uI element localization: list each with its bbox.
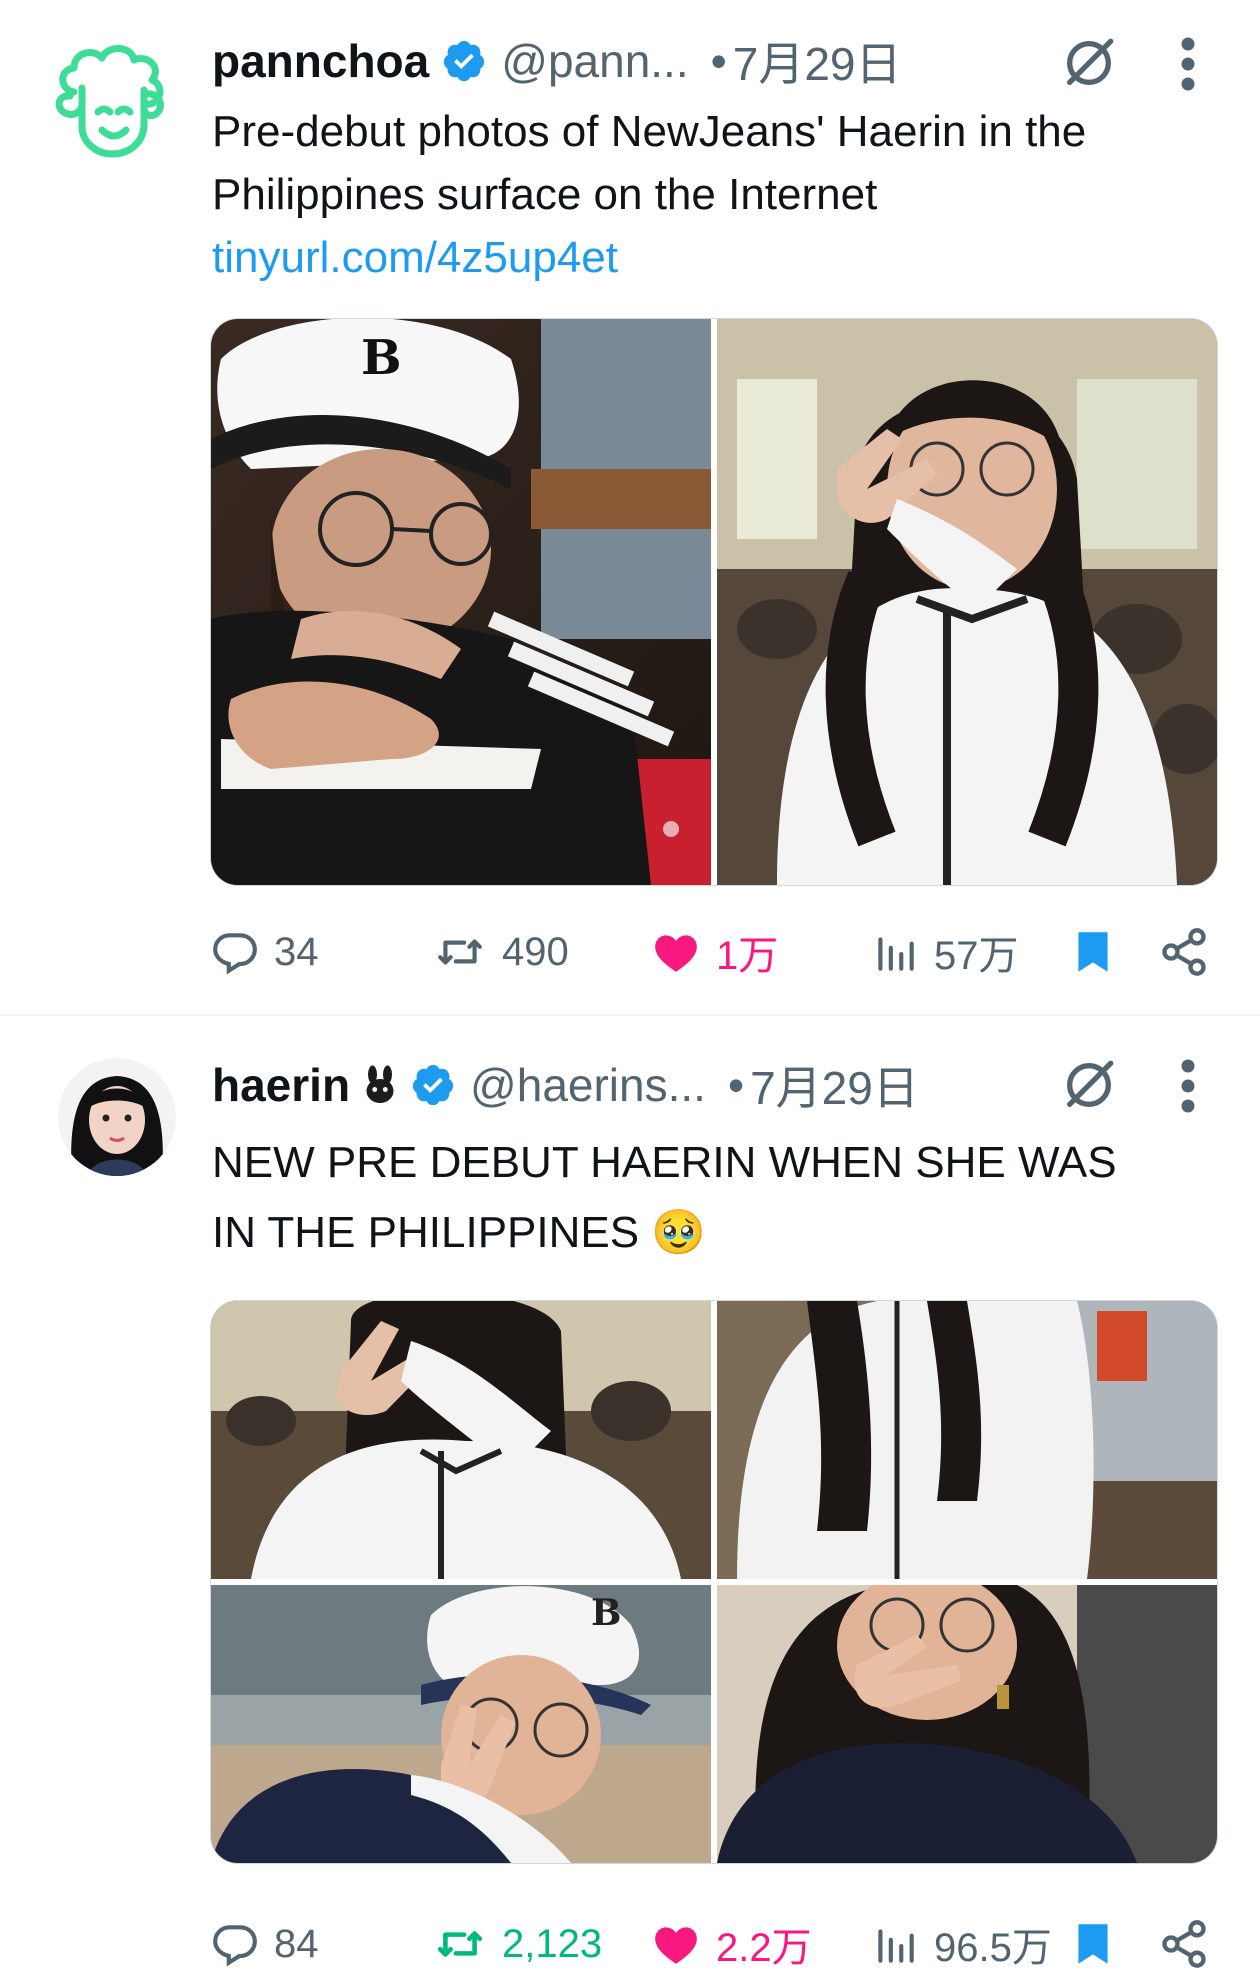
share-button[interactable]	[1158, 1914, 1224, 1974]
media-grid[interactable]: B	[210, 1300, 1218, 1864]
retweet-count: 490	[502, 929, 569, 974]
reply-icon	[213, 933, 257, 975]
photo-illustration	[211, 1301, 711, 1579]
photo-girl-in-cap-writing[interactable]: B	[211, 319, 711, 885]
views-chart-icon	[878, 1929, 914, 1963]
svg-text:B: B	[591, 1592, 621, 1634]
verified-badge-icon	[444, 40, 485, 82]
like-count: 1万	[716, 934, 779, 978]
tweet-divider	[0, 1014, 1260, 1016]
heart-filled-icon	[655, 1927, 697, 1964]
sheep-logo-icon	[55, 45, 164, 158]
bookmark-button[interactable]	[1068, 1914, 1132, 1974]
retweet-active-icon	[437, 1931, 483, 1957]
bunny-emoji-icon	[366, 1065, 394, 1103]
retweet-icon	[438, 939, 482, 965]
share-button[interactable]	[1158, 922, 1224, 982]
tweet-actions: 84 2,123 2.2万 96.5万	[210, 1914, 1216, 1974]
author-handle[interactable]: @pann...	[501, 34, 688, 88]
photo-illustration	[717, 1301, 1217, 1579]
reply-button[interactable]: 84	[210, 1914, 319, 1974]
retweet-button[interactable]: 490	[432, 922, 569, 982]
tweet-date[interactable]: 7月29日	[733, 28, 902, 94]
photo-illustration: B	[211, 1585, 711, 1863]
haerin-avatar[interactable]	[58, 1058, 176, 1176]
retweet-button[interactable]: 2,123	[432, 1914, 602, 1974]
reply-button[interactable]: 34	[210, 922, 319, 982]
grok-icon[interactable]	[1060, 1056, 1118, 1114]
author-name[interactable]: haerin	[212, 1058, 350, 1112]
grok-icon[interactable]	[1060, 34, 1118, 92]
bookmark-filled-icon	[1078, 932, 1108, 972]
pleading-face-emoji-icon: 🥹	[651, 1207, 707, 1258]
retweet-count: 2,123	[502, 1921, 603, 1966]
author-name[interactable]: pannchoa	[212, 34, 429, 88]
like-button[interactable]: 1万	[650, 922, 778, 982]
views-button[interactable]: 96.5万	[870, 1914, 1052, 1974]
pannchoa-avatar[interactable]	[46, 34, 176, 164]
views-count: 96.5万	[934, 1926, 1052, 1970]
photo-white-jacket-closeup[interactable]	[717, 1301, 1217, 1579]
author-handle[interactable]: @haerins...	[470, 1058, 706, 1112]
photo-glasses-peace-sign[interactable]	[717, 1585, 1217, 1863]
more-options-icon[interactable]	[1178, 1056, 1198, 1116]
tweet-date[interactable]: 7月29日	[750, 1052, 919, 1118]
reply-count: 84	[274, 1921, 319, 1966]
verified-badge-icon	[412, 1064, 454, 1106]
photo-illustration: B	[211, 319, 711, 885]
reply-count: 34	[274, 929, 319, 974]
photo-illustration	[717, 1585, 1217, 1863]
share-icon	[1162, 928, 1206, 976]
bookmark-filled-icon	[1078, 1924, 1108, 1964]
tweet-text: Pre-debut photos of NewJeans' Haerin in …	[212, 100, 1212, 289]
views-button[interactable]: 57万	[870, 922, 1019, 982]
separator-dot: •	[727, 1059, 745, 1111]
separator-dot: •	[710, 35, 727, 87]
like-count: 2.2万	[716, 1926, 812, 1970]
views-chart-icon	[878, 937, 914, 971]
tweet-link[interactable]: tinyurl.com/4z5up4et	[212, 233, 618, 282]
more-options-icon[interactable]	[1178, 34, 1198, 94]
tweet-text: NEW PRE DEBUT HAERIN WHEN SHE WAS IN THE…	[212, 1128, 1172, 1268]
avatar-photo	[58, 1058, 176, 1176]
share-icon	[1162, 1920, 1206, 1968]
photo-cap-peace-sign-beach[interactable]: B	[211, 1585, 711, 1863]
views-count: 57万	[934, 934, 1019, 978]
heart-filled-icon	[655, 935, 697, 972]
photo-peace-sign-cafeteria[interactable]	[211, 1301, 711, 1579]
photo-illustration	[717, 319, 1217, 885]
media-grid[interactable]: B	[210, 318, 1218, 886]
bookmark-button[interactable]	[1068, 922, 1132, 982]
like-button[interactable]: 2.2万	[650, 1914, 812, 1974]
svg-text:B: B	[361, 330, 402, 386]
photo-girl-peace-sign-cafeteria[interactable]	[717, 319, 1217, 885]
tweet-actions: 34 490 1万 57万	[210, 922, 1216, 982]
tweet-body: Pre-debut photos of NewJeans' Haerin in …	[212, 107, 1087, 219]
reply-icon	[213, 1925, 257, 1967]
